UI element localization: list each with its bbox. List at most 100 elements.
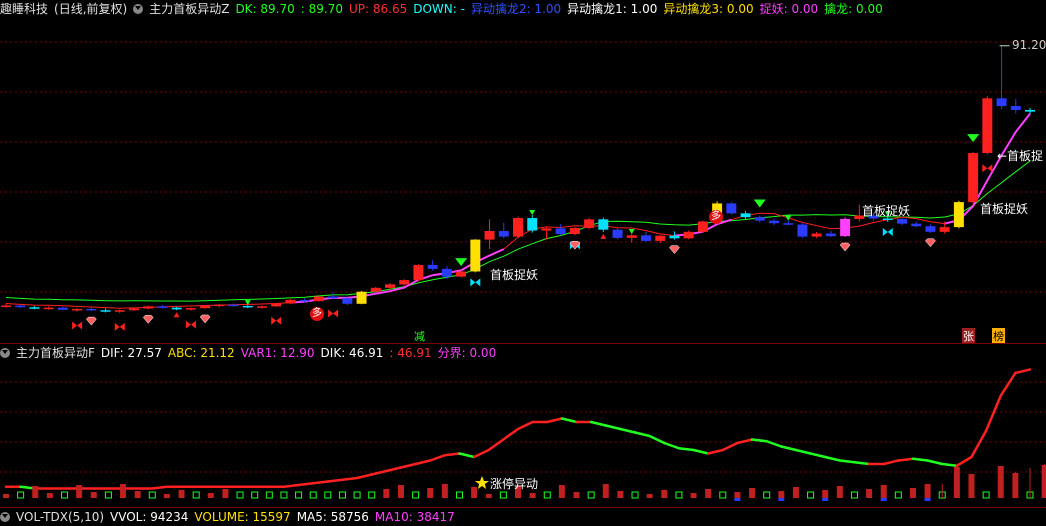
sub-bar — [471, 487, 478, 498]
dif-segment — [838, 459, 856, 464]
period-label[interactable]: (日线,前复权) — [54, 0, 127, 18]
dif-segment — [516, 420, 534, 431]
butterfly-icon — [114, 322, 125, 331]
chevron-down-icon[interactable] — [0, 512, 10, 522]
sub-bar — [236, 491, 244, 499]
candlestick-chart[interactable] — [0, 18, 1046, 343]
sub-bar — [251, 491, 259, 499]
dif-segment — [882, 459, 900, 466]
sub-bar — [719, 491, 727, 499]
main-indicator-name[interactable]: 主力首板异动Z — [149, 0, 229, 18]
dif-segment — [297, 482, 315, 487]
sub-bar — [602, 484, 609, 498]
dif-segment — [955, 455, 973, 467]
candle-body — [754, 217, 765, 221]
sub-bar — [134, 491, 141, 498]
sub-bar — [3, 494, 9, 498]
dif-segment — [385, 466, 403, 473]
candle-body — [328, 296, 339, 299]
candle-body — [200, 305, 211, 309]
dif-segment — [414, 459, 432, 466]
sub-bar — [543, 491, 551, 499]
dif-segment — [560, 417, 578, 424]
sub-bar — [792, 487, 799, 498]
sub-bar — [309, 491, 317, 499]
dif-segment — [940, 462, 959, 467]
chevron-down-icon[interactable] — [133, 4, 144, 14]
dif-segment — [341, 476, 359, 481]
candle-body — [441, 268, 452, 277]
candle-body — [313, 296, 324, 302]
label-shoubanzhuoyao-4: ←首板捉 — [997, 149, 1044, 163]
butterfly-icon — [470, 278, 481, 287]
sub-bar — [353, 491, 361, 499]
butterfly-icon — [328, 309, 339, 318]
up-arrow — [600, 233, 607, 239]
butterfly-icon — [882, 227, 893, 236]
sub-bar — [529, 493, 536, 498]
vol-indicator-name[interactable]: VOL-TDX(5,10) — [16, 508, 104, 526]
stock-name[interactable]: 趣睡科技 — [0, 0, 48, 18]
dif-segment — [794, 448, 812, 455]
chevron-down-icon[interactable] — [0, 348, 10, 358]
candle-body — [72, 308, 83, 311]
candle-body — [427, 265, 438, 269]
candle-body — [29, 307, 40, 309]
dif-segment — [502, 427, 520, 441]
butterfly-icon — [72, 321, 83, 330]
butterfly-icon — [982, 164, 993, 173]
sub-bar — [646, 494, 653, 498]
gem-icon — [199, 314, 211, 324]
dif-value: DIF: 27.57 — [100, 346, 162, 360]
candle-body — [356, 291, 367, 304]
dif-segment — [428, 454, 447, 462]
sub-bar — [90, 492, 97, 498]
gem-icon — [142, 315, 154, 324]
candle-body — [626, 235, 637, 238]
dif-segment — [706, 448, 725, 455]
dif-segment — [370, 469, 388, 476]
dik-value: DIK: 46.91 — [320, 346, 384, 360]
candle-body — [641, 235, 651, 241]
sub-bar — [850, 491, 858, 499]
candle-body — [811, 233, 822, 237]
down-value: DOWN: - — [413, 2, 465, 16]
sub-bar — [280, 491, 288, 499]
sub-bar — [295, 491, 303, 499]
sub-indicator-name[interactable]: 主力首板异动F — [16, 344, 95, 362]
abc-value: ABC: 21.12 — [167, 346, 235, 360]
dif-segment — [619, 427, 637, 434]
dif-segment — [897, 457, 915, 462]
candle-body — [15, 305, 26, 308]
dif-segment — [780, 445, 798, 452]
dif-segment — [355, 473, 373, 480]
sub-bar — [338, 491, 346, 499]
candle-body — [100, 310, 111, 312]
candle-body — [769, 220, 779, 224]
sub-blue-bar — [822, 498, 829, 501]
sub-bar — [953, 467, 960, 498]
zhangting-yidong-label: 涨停异动 — [490, 477, 539, 491]
sub-bar — [46, 493, 53, 498]
main-panel-header: 趣睡科技 (日线,前复权) 主力首板异动Z DK: 89.70 : 89.70 … — [0, 0, 883, 18]
sub-bar — [61, 491, 69, 499]
sub-bar — [587, 491, 595, 499]
yd1-value: 异动擒龙1: 1.00 — [567, 2, 658, 16]
candle-body — [385, 284, 395, 288]
ma5-value: MA5: 58756 — [296, 510, 369, 524]
dk2-value: : 89.70 — [300, 2, 343, 16]
var1-value: VAR1: 12.90 — [240, 346, 315, 360]
sub-bar — [749, 488, 756, 498]
up-arrow — [173, 312, 180, 318]
candle-body — [228, 304, 239, 307]
dif-segment — [984, 394, 1002, 432]
candle-body — [456, 271, 467, 277]
sub-panel-header: 主力首板异动F DIF: 27.57 ABC: 21.12 VAR1: 12.9… — [0, 344, 496, 362]
dif-segment — [809, 452, 827, 459]
sub-bar — [734, 492, 741, 498]
sub-bar — [573, 492, 580, 498]
candle-body — [185, 308, 196, 310]
dif-segment — [472, 448, 490, 459]
dik2-value: : 46.91 — [389, 346, 432, 360]
down-arrow — [529, 210, 536, 216]
